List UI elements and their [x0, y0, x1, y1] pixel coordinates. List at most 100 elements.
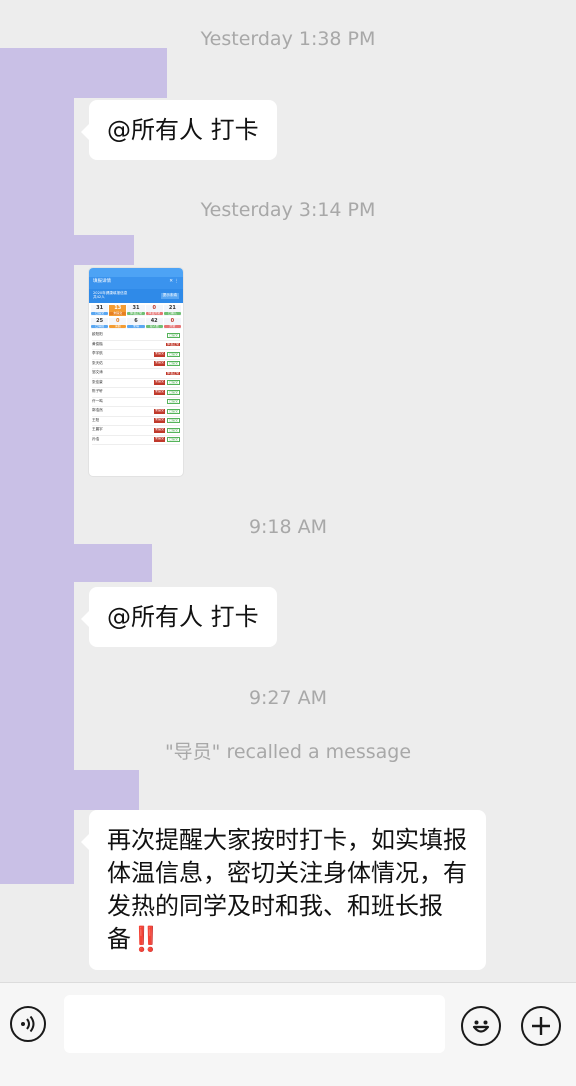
thumb-stat: 21 已确认	[163, 305, 181, 316]
thumb-row-name: 许一鸣	[92, 398, 103, 403]
thumb-row-tags: 未提交 已提交	[153, 379, 180, 386]
thumb-stat: 0 体温异常	[145, 305, 163, 316]
thumb-list: 欧阳阳 已提交 黄俊楷 体温正常 李宇航 未提交 已提交 张天佑 未提交 已提交 邹文涛 体温正常 张佳…	[89, 329, 183, 445]
thumb-tag: 已提交	[166, 427, 180, 433]
timestamp: 9:18 AM	[248, 516, 328, 538]
thumb-row: 李宇航 未提交 已提交	[92, 350, 180, 360]
thumb-tag: 已提交	[166, 389, 180, 395]
thumb-row-name: 孙浩	[92, 436, 100, 441]
message-text: @所有人 打卡	[107, 603, 259, 631]
thumb-row-tags: 未提交 已提交	[153, 350, 180, 357]
thumb-row-tags: 体温正常	[165, 370, 180, 375]
thumb-row: 陈子轩 未提交 已提交	[92, 388, 180, 398]
thumb-row-name: 王阳	[92, 417, 100, 422]
thumb-stat: 31 体温正常	[127, 305, 145, 316]
thumb-row-name: 黄俊楷	[92, 341, 103, 346]
thumb-stat: 0 请假	[109, 318, 127, 329]
thumb-row: 邹文涛 体温正常	[92, 369, 180, 379]
thumb-row: 欧阳阳 已提交	[92, 331, 180, 341]
thumb-title: 填报详情	[93, 279, 111, 284]
redaction-block	[0, 544, 152, 582]
thumb-tag: 已提交	[166, 437, 180, 443]
thumb-row: 张佳豪 未提交 已提交	[92, 379, 180, 388]
plus-button[interactable]	[521, 1006, 561, 1046]
timestamp: Yesterday 1:38 PM	[200, 28, 376, 50]
thumb-tag: 未提交	[153, 436, 165, 443]
thumb-tag: 已提交	[166, 332, 180, 338]
thumb-stat: 31 已提交	[91, 305, 109, 316]
thumb-row: 孙浩 未提交 已提交	[92, 436, 180, 445]
thumb-tag: 已提交	[166, 399, 180, 405]
thumb-row-tags: 未提交 已提交	[153, 360, 180, 367]
thumb-row: 王阳 未提交 已提交	[92, 417, 180, 426]
thumb-stat: 0 异常	[163, 318, 181, 329]
thumb-tag: 未提交	[153, 388, 165, 395]
thumb-status-bar	[89, 268, 183, 277]
message-bubble[interactable]: @所有人 打卡	[81, 100, 277, 160]
thumb-tag: 体温正常	[165, 370, 180, 375]
thumb-row-tags: 未提交 已提交	[153, 407, 180, 414]
chat-area: Yesterday 1:38 PM @所有人 打卡 Yesterday 3:14…	[0, 0, 576, 982]
thumb-row: 王晨宇 未提交 已提交	[92, 426, 180, 436]
thumb-tag: 已提交	[166, 380, 180, 386]
thumb-stats-top: 31 已提交 13 未提交 31 体温正常 0 体温异常 21 已确认	[89, 303, 183, 316]
double-exclamation-icon: ‼️	[131, 925, 161, 953]
voice-icon	[21, 1015, 35, 1033]
emoji-icon	[472, 1020, 490, 1033]
voice-button[interactable]	[10, 1006, 46, 1042]
thumb-row-tags: 体温正常	[165, 342, 180, 347]
redaction-block	[0, 235, 134, 265]
thumb-row-name: 欧阳阳	[92, 332, 103, 337]
redaction-block	[0, 770, 139, 810]
thumb-tag: 已提交	[166, 351, 180, 357]
emoji-button[interactable]	[461, 1006, 501, 1046]
message-bubble[interactable]: 再次提醒大家按时打卡，如实填报体温信息，密切关注身体情况，有发热的同学及时和我、…	[81, 810, 486, 970]
thumb-row: 许一鸣 已提交	[92, 398, 180, 407]
thumb-row-name: 郭浩然	[92, 408, 103, 413]
thumb-row-name: 李宇航	[92, 351, 103, 356]
timestamp: Yesterday 3:14 PM	[200, 199, 376, 221]
image-message[interactable]: 填报详情 ✕ ⋮ 2020年健康填报信息 共42人 提示未填 31 已提交 13 未…	[89, 268, 183, 476]
thumb-stat: 6 未填	[127, 318, 145, 329]
thumb-row-tags: 未提交 已提交	[153, 436, 180, 443]
thumb-tag: 已提交	[166, 418, 180, 424]
thumb-tag: 未提交	[153, 417, 165, 424]
thumb-row-name: 张佳豪	[92, 379, 103, 384]
thumb-row-tags: 未提交 已提交	[153, 388, 180, 395]
thumb-row-name: 邹文涛	[92, 370, 103, 375]
thumb-row-tags: 已提交	[166, 399, 180, 405]
thumb-row-tags: 未提交 已提交	[153, 417, 180, 424]
thumb-row-name: 王晨宇	[92, 427, 103, 432]
thumb-tag: 未提交	[153, 379, 165, 386]
close-icon: ✕ ⋮	[169, 279, 179, 284]
thumb-tag: 已提交	[166, 361, 180, 367]
thumb-banner: 2020年健康填报信息 共42人 提示未填	[89, 289, 183, 303]
thumb-tag: 未提交	[153, 350, 165, 357]
thumb-stat: 42 总人数	[145, 318, 163, 329]
thumb-banner-button: 提示未填	[160, 293, 179, 299]
thumb-stat: 13 未提交	[109, 305, 127, 316]
thumb-banner-sub: 共42人	[93, 295, 105, 299]
thumb-tag: 未提交	[153, 426, 165, 433]
thumb-row-tags: 未提交 已提交	[153, 426, 180, 433]
message-text: @所有人 打卡	[107, 116, 259, 144]
message-text: 再次提醒大家按时打卡，如实填报体温信息，密切关注身体情况，有发热的同学及时和我、…	[107, 826, 467, 953]
thumb-row: 张天佑 未提交 已提交	[92, 360, 180, 369]
thumb-row: 郭浩然 未提交 已提交	[92, 407, 180, 417]
thumb-row: 黄俊楷 体温正常	[92, 341, 180, 350]
thumb-tag: 未提交	[153, 360, 165, 367]
thumb-stats-bottom: 25 已填报 0 请假 6 未填 42 总人数 0 异常	[89, 316, 183, 329]
thumb-tag: 未提交	[153, 407, 165, 414]
input-bar	[0, 982, 576, 1086]
thumb-title-bar: 填报详情 ✕ ⋮	[89, 277, 183, 289]
message-input[interactable]	[64, 995, 445, 1053]
thumb-stat: 25 已填报	[91, 318, 109, 329]
recall-notice: "导员" recalled a message	[164, 741, 412, 763]
thumb-row-name: 陈子轩	[92, 389, 103, 394]
plus-icon	[532, 1017, 550, 1035]
thumb-tag: 体温正常	[165, 342, 180, 347]
thumb-row-name: 张天佑	[92, 360, 103, 365]
thumb-tag: 已提交	[166, 408, 180, 414]
timestamp: 9:27 AM	[248, 687, 328, 709]
message-bubble[interactable]: @所有人 打卡	[81, 587, 277, 647]
